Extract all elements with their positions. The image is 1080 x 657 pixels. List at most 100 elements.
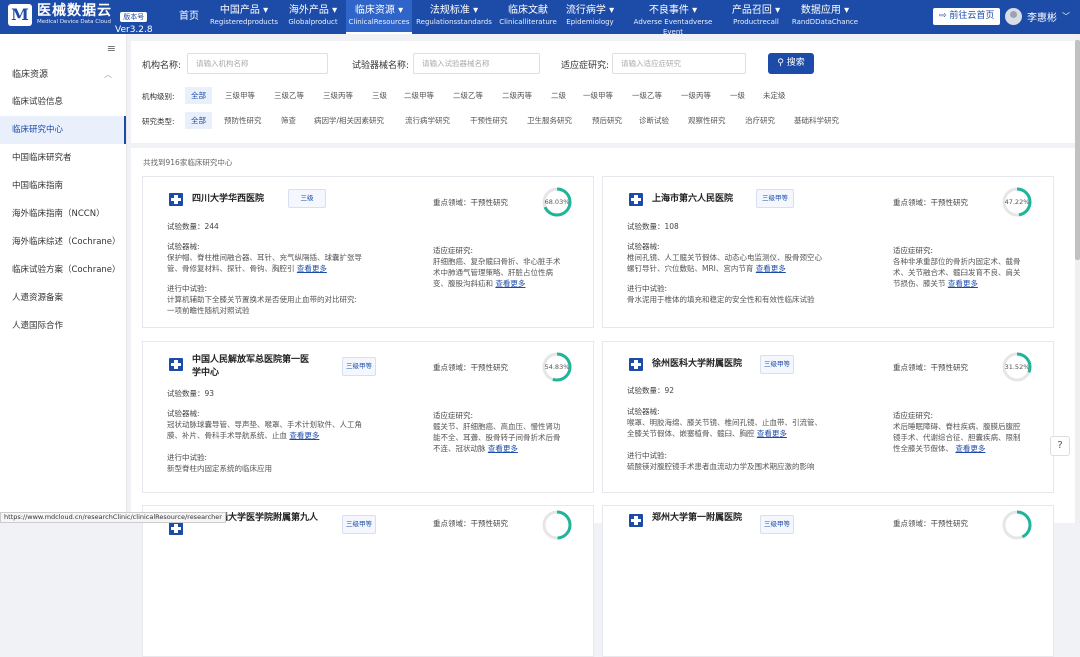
view-more-link[interactable]: 查看更多: [955, 444, 985, 453]
trials-label: 试验数量：: [627, 222, 665, 231]
level-chip[interactable]: 一级甲等: [577, 87, 619, 104]
sidebar-item-cochrane-protocols[interactable]: 临床试验方案（Cochrane）: [0, 256, 126, 284]
sidebar-item-nccn[interactable]: 海外临床指南（NCCN）: [0, 200, 126, 228]
type-chip[interactable]: 预后研究: [586, 112, 628, 129]
nav-sublabel: ClinicalResources: [348, 18, 410, 26]
nav-epidemiology[interactable]: 流行病学 ▾ Epidemiology: [563, 0, 617, 34]
level-chip[interactable]: 三级: [366, 87, 393, 104]
focus-label: 重点领域：: [893, 519, 931, 528]
level-chip[interactable]: 二级乙等: [447, 87, 489, 104]
view-more-link[interactable]: 查看更多: [289, 431, 319, 440]
view-more-link[interactable]: 查看更多: [488, 444, 518, 453]
sidebar-item-genetic-resource-filing[interactable]: 人遗资源备案: [0, 284, 126, 312]
level-badge: 三级甲等: [756, 189, 794, 208]
nav-clinical-resources[interactable]: 临床资源 ▾ ClinicalResources: [346, 0, 412, 34]
view-more-link[interactable]: 查看更多: [948, 279, 978, 288]
type-chip[interactable]: 干预性研究: [464, 112, 514, 129]
level-badge: 三级: [288, 189, 326, 208]
type-chip[interactable]: 流行病学研究: [399, 112, 456, 129]
research-center-card[interactable]: 中国人民解放军总医院第一医 学中心 三级甲等 试验数量：93 试验器械: 冠状动脉…: [142, 341, 594, 493]
devices-line: 管、骨修复材料、探针、骨钩、胸腔引: [167, 264, 295, 273]
menu-collapse-icon[interactable]: ≡: [107, 42, 116, 55]
nav-home[interactable]: 首页: [173, 0, 205, 34]
level-chip[interactable]: 三级丙等: [317, 87, 359, 104]
indications-line: 性全膝关节假体、: [893, 444, 953, 453]
sidebar-item-investigators[interactable]: 中国临床研究者: [0, 144, 126, 172]
level-chip[interactable]: 一级乙等: [626, 87, 668, 104]
nav-label: 法规标准 ▾: [429, 5, 479, 16]
user-menu[interactable]: 李惠彬 ﹀: [1005, 8, 1070, 25]
brand-name: 医械数据云: [37, 3, 112, 19]
hospital-name[interactable]: 徐州医科大学附属医院: [652, 358, 742, 371]
trials-count: 92: [664, 386, 675, 395]
type-chip[interactable]: 卫生服务研究: [521, 112, 578, 129]
research-center-card[interactable]: 四川大学华西医院 三级 试验数量：244 试验器械: 保护帽、脊柱椎间融合器、耳…: [142, 176, 594, 328]
hospital-icon: [169, 193, 183, 206]
type-chip[interactable]: 基础科学研究: [788, 112, 845, 129]
level-chip[interactable]: 二级: [545, 87, 572, 104]
sidebar-item-clinical-trials[interactable]: 临床试验信息: [0, 88, 126, 116]
ongoing-line: 新型脊柱内固定系统的临床应用: [167, 464, 272, 473]
nav-regulations[interactable]: 法规标准 ▾ Regulationsstandards: [416, 0, 492, 34]
sidebar-item-genetic-cooperation[interactable]: 人遗国际合作: [0, 312, 126, 340]
view-more-link[interactable]: 查看更多: [297, 264, 327, 273]
research-center-card[interactable]: 郑州大学第一附属医院 三级甲等 重点领域：干预性研究: [602, 505, 1054, 657]
focus-value: 干预性研究: [470, 519, 509, 528]
type-chip[interactable]: 病因学/相关因素研究: [308, 112, 390, 129]
type-chip[interactable]: 全部: [185, 112, 212, 129]
sidebar-item-cochrane-reviews[interactable]: 海外临床综述（Cochrane）: [0, 228, 126, 256]
institution-input[interactable]: 请输入机构名称: [187, 53, 328, 74]
focus-value: 干预性研究: [930, 519, 969, 528]
brand-logo[interactable]: M 医械数据云 Medical Device Data Cloud: [8, 4, 112, 26]
help-icon[interactable]: ?: [1050, 436, 1070, 456]
type-chip[interactable]: 治疗研究: [739, 112, 781, 129]
page-scrollbar-thumb[interactable]: [1075, 40, 1080, 260]
view-more-link[interactable]: 查看更多: [757, 429, 787, 438]
nav-adverse-event[interactable]: 不良事件 ▾ Adverse Eventadverse Event: [623, 0, 723, 36]
nav-clinical-literature[interactable]: 临床文献 Clinicalliterature: [497, 0, 559, 34]
trials-count: 108: [664, 222, 679, 231]
hospital-name[interactable]: 四川大学华西医院: [192, 193, 264, 206]
level-chip[interactable]: 一级: [724, 87, 751, 104]
device-input[interactable]: 请输入试验器械名称: [413, 53, 540, 74]
devices-line: 冠状动脉球囊导管、导声垫、喉罩、手术计划软件、人工角: [167, 420, 362, 429]
search-button[interactable]: ⚲ 搜索: [768, 53, 814, 74]
type-chip[interactable]: 观察性研究: [682, 112, 732, 129]
devices-line: 椎间孔镜、人工髋关节假体、动态心电监测仪、股骨颈空心: [627, 253, 822, 262]
sidebar-item-research-centers[interactable]: 临床研究中心: [0, 116, 126, 144]
nav-product-recall[interactable]: 产品召回 ▾ Productrecall: [728, 0, 784, 34]
nav-global-product[interactable]: 海外产品 ▾ Globalproduct: [283, 0, 343, 34]
level-chip[interactable]: 未定级: [757, 87, 792, 104]
level-chip[interactable]: 二级丙等: [496, 87, 538, 104]
nav-label: 产品召回 ▾: [731, 5, 781, 16]
hospital-name[interactable]: 中国人民解放军总医院第一医 学中心: [192, 354, 309, 380]
nav-registered-products[interactable]: 中国产品 ▾ Registeredproducts: [208, 0, 280, 34]
level-chip[interactable]: 全部: [185, 87, 212, 104]
logo-icon: M: [8, 4, 32, 26]
type-chip[interactable]: 诊断试验: [633, 112, 675, 129]
type-chip[interactable]: 预防性研究: [218, 112, 268, 129]
type-chip[interactable]: 筛查: [275, 112, 302, 129]
nav-label: 中国产品 ▾: [219, 5, 269, 16]
view-more-link[interactable]: 查看更多: [756, 264, 786, 273]
hospital-name[interactable]: 郑州大学第一附属医院: [652, 512, 742, 525]
view-more-link[interactable]: 查看更多: [495, 279, 525, 288]
research-center-card[interactable]: 徐州医科大学附属医院 三级甲等 试验数量：92 试验器械: 喉罩、明胶海绵、膝关…: [602, 341, 1054, 493]
research-center-card[interactable]: 上海市第六人民医院 三级甲等 试验数量：108 试验器械: 椎间孔镜、人工髋关节…: [602, 176, 1054, 328]
level-chip[interactable]: 一级丙等: [675, 87, 717, 104]
sidebar-item-china-guidelines[interactable]: 中国临床指南: [0, 172, 126, 200]
focus-label: 重点领域：: [433, 519, 471, 528]
level-chip[interactable]: 二级甲等: [398, 87, 440, 104]
user-name: 李惠彬: [1027, 13, 1057, 24]
result-count: 共找到916家临床研究中心: [143, 158, 233, 167]
version-info: 版本号 Ver3.2.8: [115, 4, 153, 37]
research-center-card[interactable]: 上海交通大学医学院附属第九人 三级甲等 重点领域：干预性研究: [142, 505, 594, 657]
nav-data-application[interactable]: 数据应用 ▾ RandDDataChance: [790, 0, 860, 34]
level-chip[interactable]: 三级甲等: [219, 87, 261, 104]
level-chip[interactable]: 三级乙等: [268, 87, 310, 104]
hospital-icon: [629, 514, 643, 527]
goto-cloud-home-button[interactable]: ⇨ 前往云首页: [933, 8, 1001, 25]
indication-input[interactable]: 请输入适应症研究: [612, 53, 746, 74]
sidebar-group-clinical-resources[interactable]: 临床资源 ︿: [0, 61, 126, 89]
hospital-name[interactable]: 上海市第六人民医院: [652, 193, 733, 206]
